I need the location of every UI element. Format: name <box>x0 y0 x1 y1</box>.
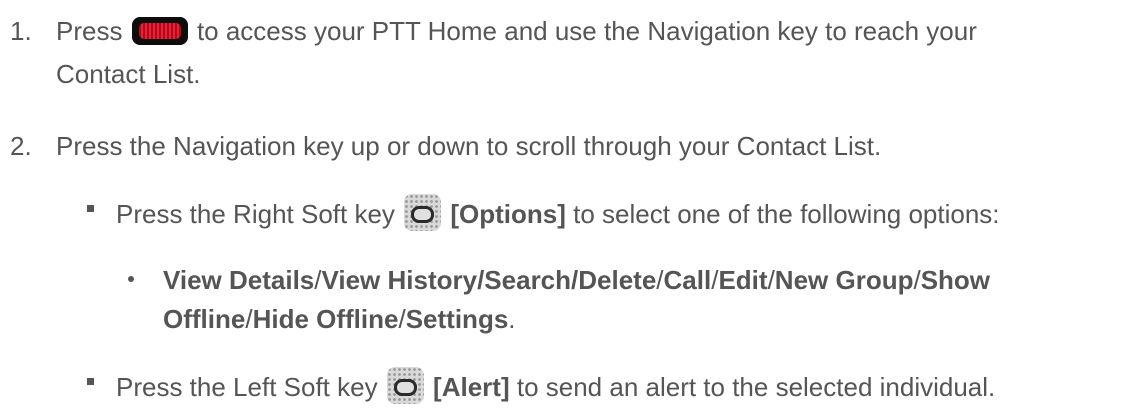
option-call: Call <box>663 265 712 295</box>
option-hide-offline: Hide Offline <box>252 304 399 334</box>
bullet-text: Press the Right Soft key <box>116 199 395 229</box>
step-number: 1. <box>10 16 32 46</box>
option-view-details: View Details <box>163 265 315 295</box>
separator: / <box>314 265 322 295</box>
bullet-text: to send an alert to the selected individ… <box>516 372 996 402</box>
option-edit: Edit <box>718 265 768 295</box>
bullet-square <box>87 378 94 385</box>
options-label: [Options] <box>450 199 566 229</box>
bullet-square <box>87 205 94 212</box>
right-soft-key-icon <box>404 194 442 231</box>
bullet-text: Press the Left Soft key <box>116 372 378 402</box>
separator: / <box>245 304 253 334</box>
step-text: Press <box>56 16 123 46</box>
bullet-text: to select one of the following options: <box>573 199 1000 229</box>
option-group-history-search-delete: View History/Search/Delete <box>321 265 657 295</box>
bullet-dot <box>128 276 134 282</box>
separator: / <box>656 265 664 295</box>
step-text: Press the Navigation key up or down to s… <box>56 131 882 161</box>
step-number: 2. <box>10 131 32 161</box>
separator: / <box>913 265 921 295</box>
left-soft-key-icon <box>386 367 424 404</box>
option-show-offline: Show <box>920 265 991 295</box>
step-text: Contact List. <box>56 59 201 89</box>
step-text: to access your PTT Home and use the Navi… <box>196 16 977 46</box>
separator: / <box>398 304 406 334</box>
option-new-group: New Group <box>774 265 914 295</box>
separator: / <box>767 265 775 295</box>
option-settings: Settings <box>405 304 509 334</box>
alert-label: [Alert] <box>433 372 510 402</box>
option-show-offline-cont: Offline <box>163 304 246 334</box>
ptt-key-icon <box>131 17 188 45</box>
period: . <box>508 304 516 334</box>
